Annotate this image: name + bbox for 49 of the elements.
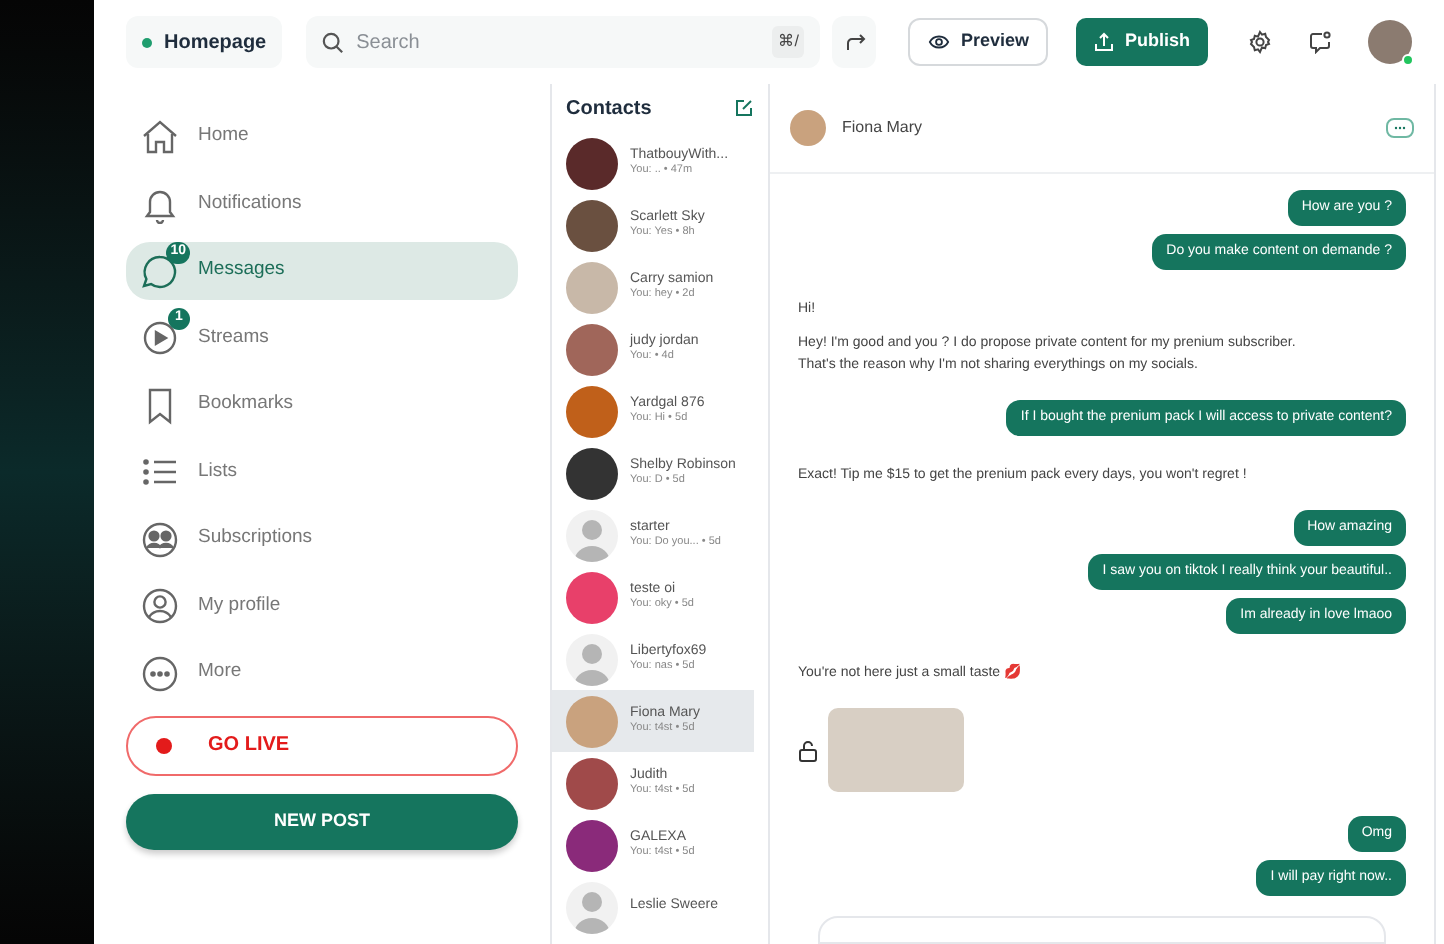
chat-icon <box>140 251 180 291</box>
new-post-button[interactable]: NEW POST <box>126 793 518 849</box>
avatar-photo-placeholder <box>566 757 618 809</box>
message-input-field[interactable] <box>818 916 1386 944</box>
redo-icon[interactable] <box>832 16 877 68</box>
compose-icon[interactable] <box>734 98 754 118</box>
people-icon <box>140 519 180 559</box>
avatar-photo-placeholder <box>566 447 618 499</box>
avatar-photo-placeholder <box>566 819 618 871</box>
default-avatar-icon <box>566 509 618 561</box>
chat-notification-icon[interactable] <box>1308 30 1332 54</box>
sidebar-item[interactable]: Subscriptions <box>126 510 518 568</box>
publish-button[interactable]: Publish <box>1076 18 1208 66</box>
default-avatar-icon <box>566 881 618 933</box>
user-avatar-placeholder[interactable] <box>1368 20 1412 64</box>
sidebar-item[interactable]: Notifications <box>126 175 518 233</box>
search-icon <box>322 31 345 53</box>
play-icon <box>140 318 180 358</box>
avatar-photo-placeholder <box>566 385 618 437</box>
page-name: Homepage <box>164 29 267 57</box>
avatar-photo-placeholder <box>790 110 826 146</box>
search-field[interactable]: Search ⌘/ <box>306 16 821 68</box>
go-live-button[interactable]: GO LIVE <box>126 715 518 775</box>
default-avatar-icon <box>566 633 618 685</box>
contacts-title: Contacts <box>566 95 652 123</box>
avatar-photo-placeholder <box>566 199 618 251</box>
chat-contact-name: Fiona Mary <box>842 116 923 140</box>
page-selector[interactable]: Homepage <box>126 16 283 68</box>
more-options-icon[interactable] <box>1386 118 1414 138</box>
search-input[interactable]: Search <box>356 27 761 57</box>
avatar-photo-placeholder <box>566 571 618 623</box>
sidebar-item[interactable]: More <box>126 644 518 702</box>
profile-icon <box>140 586 180 626</box>
upload-icon <box>1094 32 1115 52</box>
sidebar-item[interactable]: My profile <box>126 577 518 635</box>
sidebar-item[interactable]: Lists <box>126 443 518 501</box>
preview-button[interactable]: Preview <box>908 18 1049 66</box>
avatar-photo-placeholder <box>566 261 618 313</box>
settings-icon[interactable] <box>1248 30 1272 54</box>
home-icon <box>140 117 180 157</box>
eye-icon <box>928 34 951 50</box>
avatar-photo-placeholder <box>566 323 618 375</box>
shortcut-key: ⌘/ <box>772 26 805 58</box>
sidebar-item[interactable]: Home <box>126 108 518 166</box>
avatar-photo-placeholder <box>566 695 618 747</box>
avatar-photo-placeholder <box>566 137 618 189</box>
more-icon <box>140 653 180 693</box>
unlock-icon[interactable] <box>798 739 818 761</box>
sidebar-item[interactable]: Bookmarks <box>126 376 518 434</box>
